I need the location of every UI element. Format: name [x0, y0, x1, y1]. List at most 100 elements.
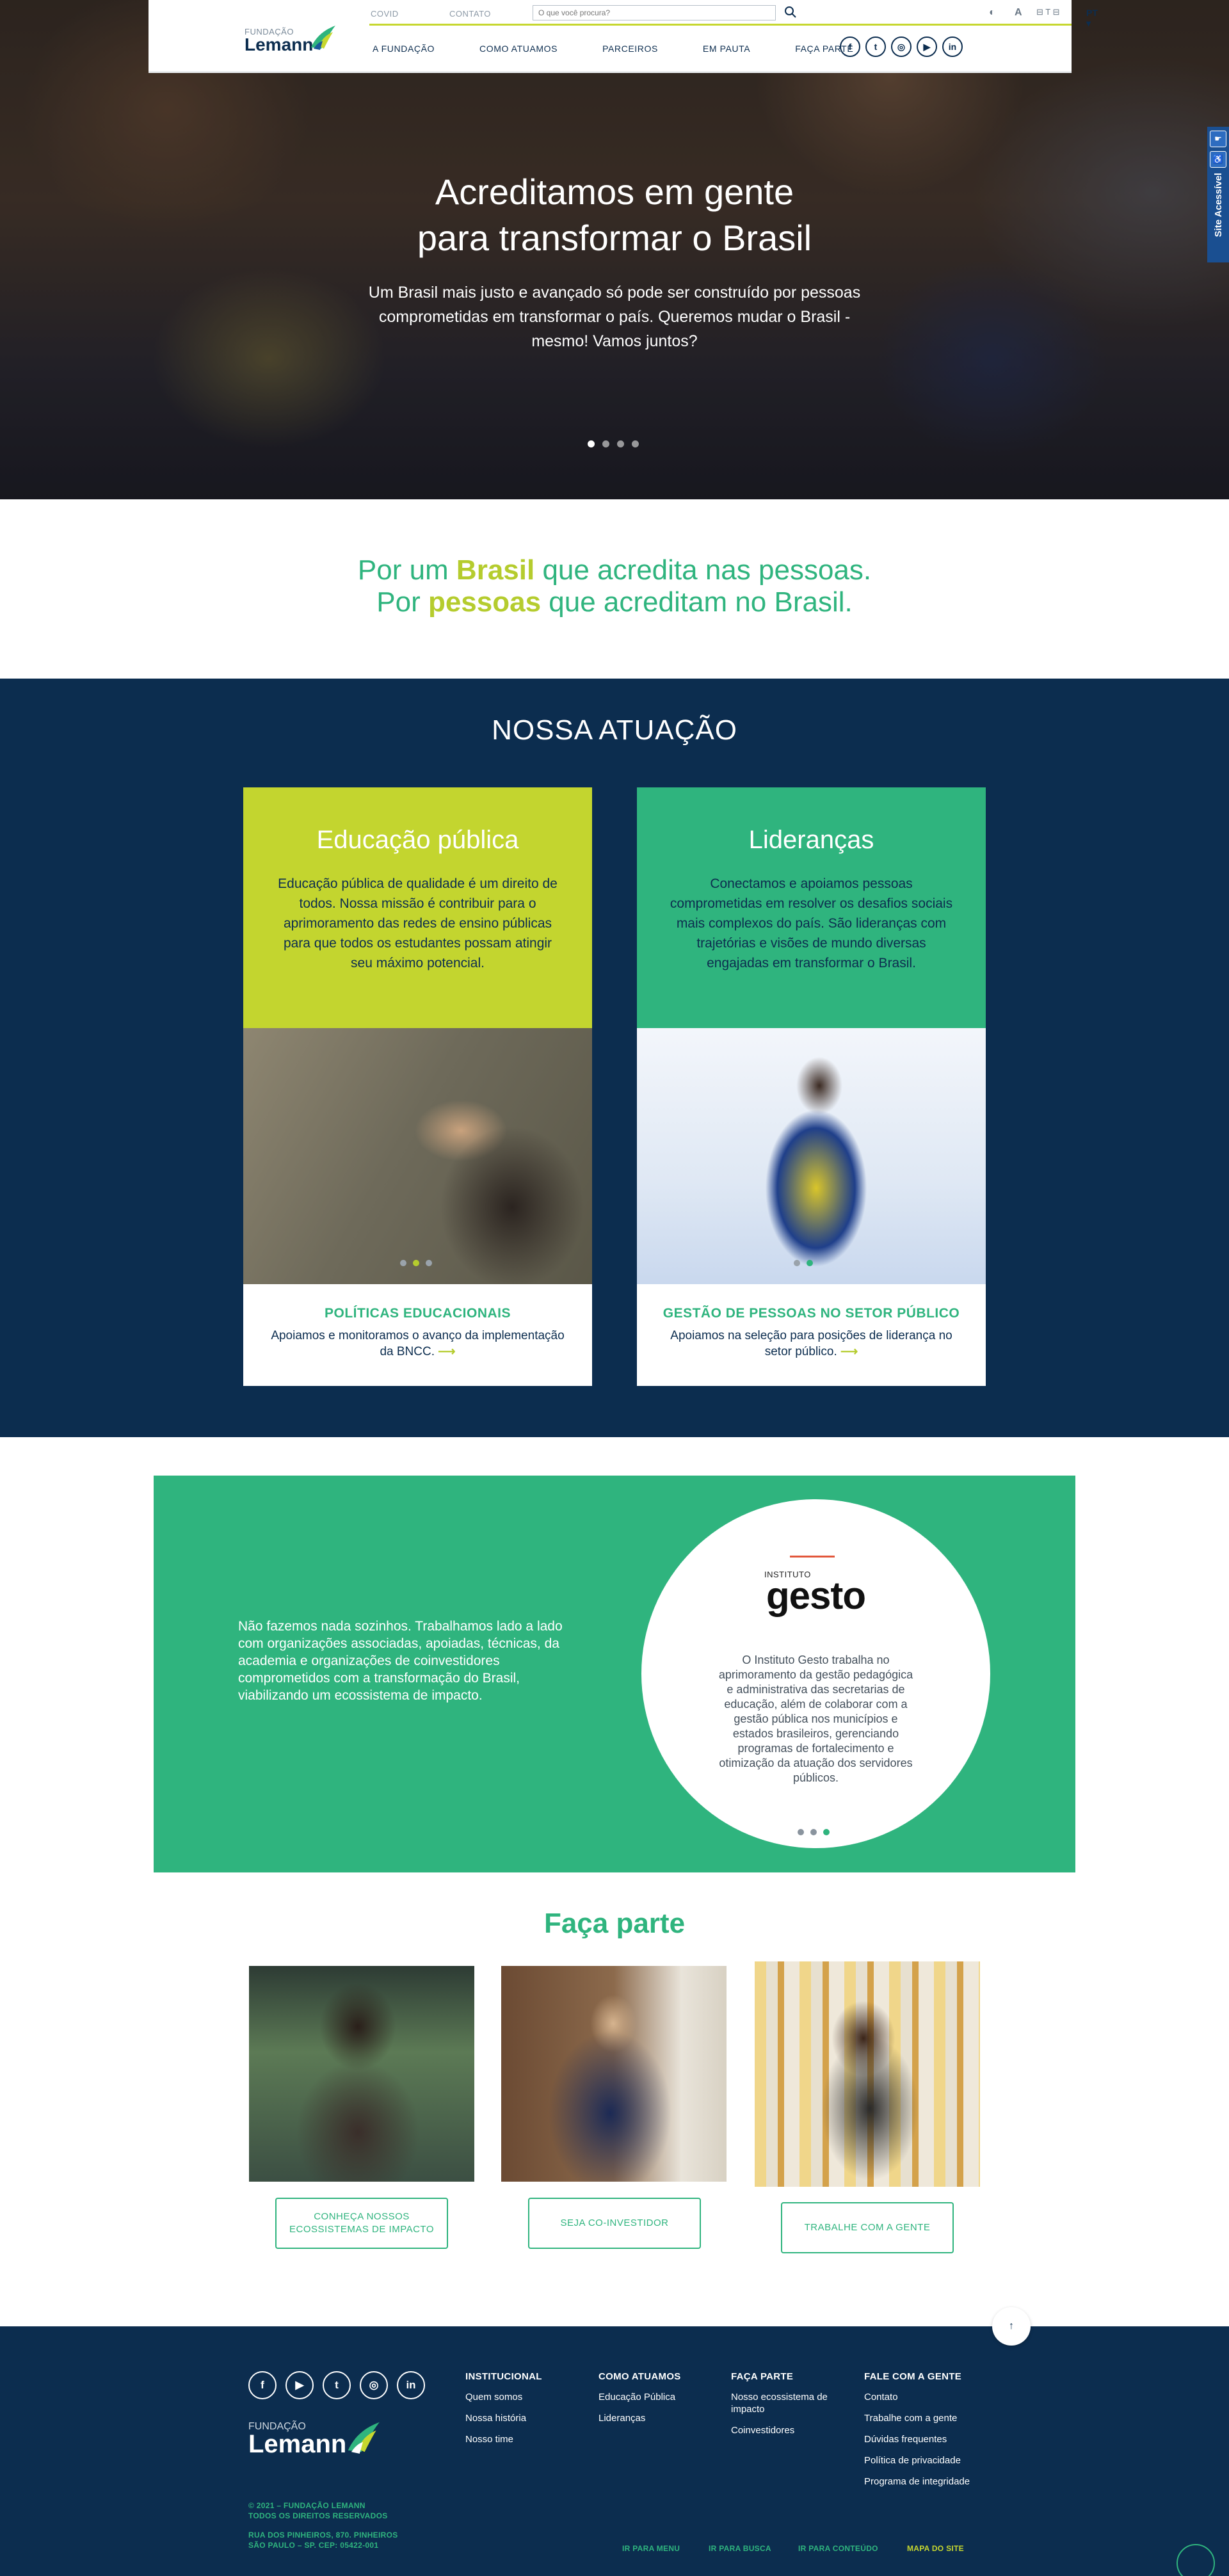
footer-link[interactable]: Contato — [864, 2391, 992, 2403]
carousel-dot[interactable] — [810, 1829, 817, 1835]
nav-a-fundacao[interactable]: A FUNDAÇÃO — [373, 44, 435, 54]
logo-big-text: Lemann — [245, 35, 314, 54]
header-socials: f t ◎ ▶ in — [840, 36, 963, 57]
nav-parceiros[interactable]: PARCEIROS — [602, 44, 658, 54]
footer-link[interactable]: Dúvidas frequentes — [864, 2433, 992, 2445]
card-title: Lideranças — [748, 826, 874, 854]
footer-logo-big: Lemann — [248, 2430, 347, 2458]
carousel-dot[interactable] — [794, 1260, 800, 1266]
nav-como-atuamos[interactable]: COMO ATUAMOS — [479, 44, 558, 54]
instagram-icon[interactable]: ◎ — [360, 2371, 388, 2399]
language-select[interactable]: PT ▾ — [1086, 8, 1098, 29]
card-title: Educação pública — [316, 826, 519, 854]
footer-link[interactable]: Nosso ecossistema de impacto — [731, 2391, 843, 2415]
nossa-atuacao-section: NOSSA ATUAÇÃO Educação pública Educação … — [0, 679, 1229, 1437]
card-text[interactable]: Apoiamos e monitoramos o avanço da imple… — [269, 1328, 566, 1360]
footer-link[interactable]: Política de privacidade — [864, 2454, 992, 2467]
carousel-dot[interactable] — [798, 1829, 804, 1835]
accessibility-tab[interactable]: ☛ ♿ Site Acessível — [1207, 127, 1229, 262]
covid-link[interactable]: COVID — [371, 9, 399, 19]
card-head: Educação pública Educação pública de qua… — [243, 787, 592, 1028]
twitter-icon[interactable]: t — [323, 2371, 351, 2399]
address: RUA DOS PINHEIROS, 870. PINHEIROS SÃO PA… — [248, 2531, 398, 2550]
footer-link[interactable]: Educação Pública — [598, 2391, 727, 2403]
carousel-dot[interactable] — [823, 1829, 830, 1835]
hero-dot-1[interactable] — [588, 440, 595, 447]
font-size-icon[interactable]: A — [1015, 7, 1022, 19]
footer-logo[interactable]: FUNDAÇÃO Lemann — [248, 2421, 380, 2458]
co-investor-button[interactable]: SEJA CO-INVESTIDOR — [528, 2198, 701, 2249]
card-text[interactable]: Apoiamos na seleção para posições de lid… — [663, 1328, 960, 1360]
nav-em-pauta[interactable]: EM PAUTA — [703, 44, 750, 54]
skip-to-search-link[interactable]: IR PARA BUSCA — [709, 2544, 771, 2553]
chat-widget-icon[interactable] — [1177, 2544, 1215, 2576]
hero-dot-2[interactable] — [602, 440, 609, 447]
instagram-icon[interactable]: ◎ — [891, 36, 912, 57]
footer-link[interactable]: Quem somos — [465, 2391, 593, 2403]
card-description: Conectamos e apoiamos pessoas comprometi… — [670, 876, 953, 970]
carousel-dot[interactable] — [400, 1260, 406, 1266]
linkedin-icon[interactable]: in — [397, 2371, 425, 2399]
logo[interactable]: FUNDAÇÃO Lemann — [245, 23, 341, 55]
twitter-icon[interactable]: t — [865, 36, 886, 57]
search-input[interactable] — [533, 5, 776, 20]
carousel-dot[interactable] — [426, 1260, 432, 1266]
investor-photo — [501, 1966, 727, 2182]
card-liderancas[interactable]: Lideranças Conectamos e apoiamos pessoas… — [637, 787, 986, 1386]
contrast-icon[interactable]: ◐ — [989, 7, 995, 19]
ecossistema-text: Não fazemos nada sozinhos. Trabalhamos l… — [238, 1619, 563, 1703]
faca-parte-title: Faça parte — [543, 1908, 686, 1939]
accessibility-label[interactable]: Site Acessível — [1213, 173, 1224, 237]
work-with-us-button[interactable]: TRABALHE COM A GENTE — [781, 2202, 954, 2253]
tagline: Por um Brasil que acredita nas pessoas. … — [0, 554, 1229, 618]
footer-column-title: INSTITUCIONAL — [465, 2371, 542, 2382]
hero-carousel-dots — [588, 440, 639, 447]
tagline-highlight: pessoas — [428, 586, 542, 618]
tagline-text: que acredita nas pessoas. — [534, 554, 872, 586]
footer-link[interactable]: Nossa história — [465, 2412, 593, 2424]
arrow-right-icon[interactable]: ⟶ — [840, 1345, 858, 1358]
ecosystem-button[interactable]: CONHEÇA NOSSOS ECOSSISTEMAS DE IMPACTO — [275, 2198, 448, 2249]
card-footer: GESTÃO DE PESSOAS NO SETOR PÚBLICO Apoia… — [637, 1284, 986, 1360]
card-head: Lideranças Conectamos e apoiamos pessoas… — [637, 787, 986, 1028]
facebook-icon[interactable]: f — [840, 36, 860, 57]
text-tools-icon[interactable]: ⊟ T ⊟ — [1036, 7, 1059, 17]
skip-to-menu-link[interactable]: IR PARA MENU — [622, 2544, 680, 2553]
ecossistema-section: Não fazemos nada sozinhos. Trabalhamos l… — [154, 1476, 1075, 1872]
partner-logo-accent — [790, 1556, 835, 1558]
footer-link[interactable]: Trabalhe com a gente — [864, 2412, 992, 2424]
linkedin-icon[interactable]: in — [942, 36, 963, 57]
facebook-icon[interactable]: f — [248, 2371, 277, 2399]
wheelchair-icon[interactable]: ♿ — [1210, 151, 1226, 168]
speaker-photo — [637, 1028, 986, 1284]
carousel-dot[interactable] — [807, 1260, 813, 1266]
card-kicker: POLÍTICAS EDUCACIONAIS — [324, 1306, 511, 1321]
teacher-photo — [243, 1028, 592, 1284]
partner-carousel: INSTITUTO gesto O Instituto Gesto trabal… — [641, 1499, 990, 1848]
sign-language-icon[interactable]: ☛ — [1210, 131, 1226, 147]
youtube-icon[interactable]: ▶ — [917, 36, 937, 57]
contato-link[interactable]: CONTATO — [449, 9, 491, 19]
footer-column-fale-com-a-gente: FALE COM A GENTE Contato Trabalhe com a … — [864, 2371, 992, 2497]
youtube-icon[interactable]: ▶ — [285, 2371, 314, 2399]
carousel-dot[interactable] — [413, 1260, 419, 1266]
skip-to-content-link[interactable]: IR PARA CONTEÚDO — [798, 2544, 878, 2553]
footer-link[interactable]: Lideranças — [598, 2412, 727, 2424]
hero-dot-3[interactable] — [617, 440, 624, 447]
sitemap-link[interactable]: MAPA DO SITE — [907, 2544, 964, 2553]
footer-link[interactable]: Coinvestidores — [731, 2424, 843, 2436]
footer-column-faca-parte: FAÇA PARTE Nosso ecossistema de impacto … — [731, 2371, 843, 2445]
site-footer: f ▶ t ◎ in FUNDAÇÃO Lemann © 2021 – FUND… — [0, 2326, 1229, 2576]
hero-dot-4[interactable] — [632, 440, 639, 447]
arrow-right-icon[interactable]: ⟶ — [438, 1345, 455, 1358]
hero-title: Acreditamos em gente para transformar o … — [417, 172, 812, 258]
card-kicker: GESTÃO DE PESSOAS NO SETOR PÚBLICO — [663, 1306, 960, 1321]
footer-column-title: FALE COM A GENTE — [864, 2371, 962, 2382]
search-icon[interactable] — [784, 6, 797, 19]
card-description: Educação pública de qualidade é um direi… — [278, 876, 558, 970]
partner-logo[interactable]: gesto — [641, 1574, 990, 1618]
card-educacao-publica[interactable]: Educação pública Educação pública de qua… — [243, 787, 592, 1386]
back-to-top-button[interactable]: ↑ — [992, 2307, 1031, 2346]
footer-link[interactable]: Nosso time — [465, 2433, 593, 2445]
footer-link[interactable]: Programa de integridade — [864, 2475, 992, 2488]
